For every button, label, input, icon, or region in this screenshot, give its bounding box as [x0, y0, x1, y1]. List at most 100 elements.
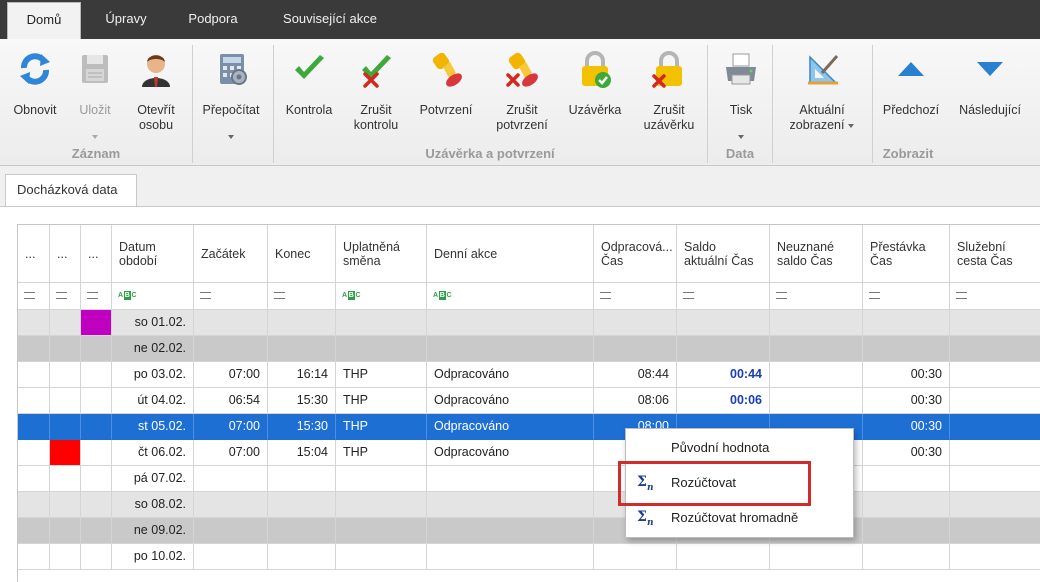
table-cell[interactable]: [950, 440, 1040, 466]
table-cell[interactable]: [268, 336, 336, 362]
table-cell[interactable]: 15:30: [268, 414, 336, 440]
recalc-button[interactable]: Přepočítat: [196, 47, 266, 143]
table-cell[interactable]: [950, 466, 1040, 492]
table-cell[interactable]: [950, 414, 1040, 440]
table-cell[interactable]: so 01.02.: [112, 310, 194, 336]
table-cell[interactable]: THP: [336, 362, 427, 388]
table-cell[interactable]: [50, 466, 81, 492]
table-cell[interactable]: [18, 518, 50, 544]
tab-related-actions[interactable]: Související akce: [268, 0, 392, 39]
table-cell[interactable]: po 10.02.: [112, 544, 194, 570]
table-cell[interactable]: 07:00: [194, 414, 268, 440]
table-cell[interactable]: [770, 388, 863, 414]
table-cell[interactable]: [18, 362, 50, 388]
table-cell[interactable]: [268, 492, 336, 518]
table-cell[interactable]: 00:30: [863, 362, 950, 388]
table-cell[interactable]: [336, 310, 427, 336]
table-cell[interactable]: [50, 518, 81, 544]
table-cell[interactable]: [194, 336, 268, 362]
table-cell[interactable]: 07:00: [194, 362, 268, 388]
table-cell[interactable]: [81, 518, 112, 544]
table-cell[interactable]: THP: [336, 440, 427, 466]
table-cell[interactable]: [950, 388, 1040, 414]
table-cell[interactable]: [770, 544, 863, 570]
table-cell[interactable]: Odpracováno: [427, 388, 594, 414]
next-button[interactable]: Následující: [950, 47, 1030, 143]
table-cell[interactable]: [18, 414, 50, 440]
table-cell[interactable]: [336, 492, 427, 518]
cancel-lock-button[interactable]: Zrušit uzávěrku: [634, 47, 704, 143]
table-cell[interactable]: [194, 466, 268, 492]
tab-support[interactable]: Podpora: [174, 0, 252, 39]
table-cell[interactable]: [18, 440, 50, 466]
table-cell[interactable]: út 04.02.: [112, 388, 194, 414]
filter-cell[interactable]: [770, 283, 863, 310]
table-cell[interactable]: [863, 466, 950, 492]
table-cell[interactable]: 08:06: [594, 388, 677, 414]
table-cell[interactable]: [950, 362, 1040, 388]
table-cell[interactable]: [268, 518, 336, 544]
filter-cell[interactable]: [268, 283, 336, 310]
table-cell[interactable]: [50, 414, 81, 440]
table-cell[interactable]: [194, 518, 268, 544]
column-header-col-c[interactable]: ...: [81, 225, 112, 283]
table-cell[interactable]: po 03.02.: [112, 362, 194, 388]
table-cell[interactable]: [81, 414, 112, 440]
check-button[interactable]: Kontrola: [278, 47, 340, 143]
table-cell[interactable]: [50, 362, 81, 388]
table-cell[interactable]: [18, 466, 50, 492]
table-cell[interactable]: pá 07.02.: [112, 466, 194, 492]
filter-cell[interactable]: [81, 283, 112, 310]
table-cell[interactable]: [677, 544, 770, 570]
table-cell[interactable]: [81, 492, 112, 518]
table-cell[interactable]: [268, 544, 336, 570]
table-cell[interactable]: [770, 336, 863, 362]
column-header-worked[interactable]: Odpracová... Čas: [594, 225, 677, 283]
filter-cell[interactable]: [950, 283, 1040, 310]
table-cell[interactable]: ne 02.02.: [112, 336, 194, 362]
table-cell[interactable]: [81, 336, 112, 362]
table-cell[interactable]: [336, 466, 427, 492]
table-cell[interactable]: [81, 466, 112, 492]
filter-cell[interactable]: ABC: [112, 283, 194, 310]
table-cell[interactable]: [50, 310, 81, 336]
table-cell[interactable]: Odpracováno: [427, 362, 594, 388]
column-header-start[interactable]: Začátek: [194, 225, 268, 283]
table-cell[interactable]: [18, 388, 50, 414]
table-cell[interactable]: [18, 544, 50, 570]
table-cell[interactable]: [81, 362, 112, 388]
table-cell[interactable]: [950, 518, 1040, 544]
table-cell[interactable]: 00:06: [677, 388, 770, 414]
confirm-button[interactable]: Potvrzení: [412, 47, 480, 143]
table-cell[interactable]: ne 09.02.: [112, 518, 194, 544]
table-cell[interactable]: 15:04: [268, 440, 336, 466]
table-cell[interactable]: [81, 544, 112, 570]
table-cell[interactable]: [950, 492, 1040, 518]
menu-item-allocate-bulk[interactable]: Σn Rozúčtovat hromadně: [627, 503, 852, 535]
table-cell[interactable]: [863, 310, 950, 336]
table-cell[interactable]: [427, 518, 594, 544]
refresh-button[interactable]: Obnovit: [4, 47, 66, 143]
column-header-trip[interactable]: Služební cesta Čas: [950, 225, 1040, 283]
table-cell[interactable]: [427, 544, 594, 570]
filter-cell[interactable]: ABC: [336, 283, 427, 310]
column-header-unaccepted[interactable]: Neuznané saldo Čas: [770, 225, 863, 283]
current-view-button[interactable]: Aktuální zobrazení: [776, 47, 868, 143]
table-cell[interactable]: [18, 336, 50, 362]
table-cell[interactable]: 00:44: [677, 362, 770, 388]
table-cell[interactable]: [950, 544, 1040, 570]
table-cell[interactable]: [770, 310, 863, 336]
tab-edit[interactable]: Úpravy: [90, 0, 162, 39]
column-header-date[interactable]: Datum období: [112, 225, 194, 283]
table-cell[interactable]: [427, 310, 594, 336]
table-cell[interactable]: [863, 492, 950, 518]
table-cell[interactable]: [427, 492, 594, 518]
print-button[interactable]: Tisk: [712, 47, 770, 143]
table-cell[interactable]: [950, 336, 1040, 362]
table-cell[interactable]: Odpracováno: [427, 414, 594, 440]
table-cell[interactable]: [81, 440, 112, 466]
table-cell[interactable]: so 08.02.: [112, 492, 194, 518]
table-cell[interactable]: [950, 310, 1040, 336]
lock-button[interactable]: Uzávěrka: [562, 47, 628, 143]
cancel-confirm-button[interactable]: Zrušit potvrzení: [486, 47, 558, 143]
